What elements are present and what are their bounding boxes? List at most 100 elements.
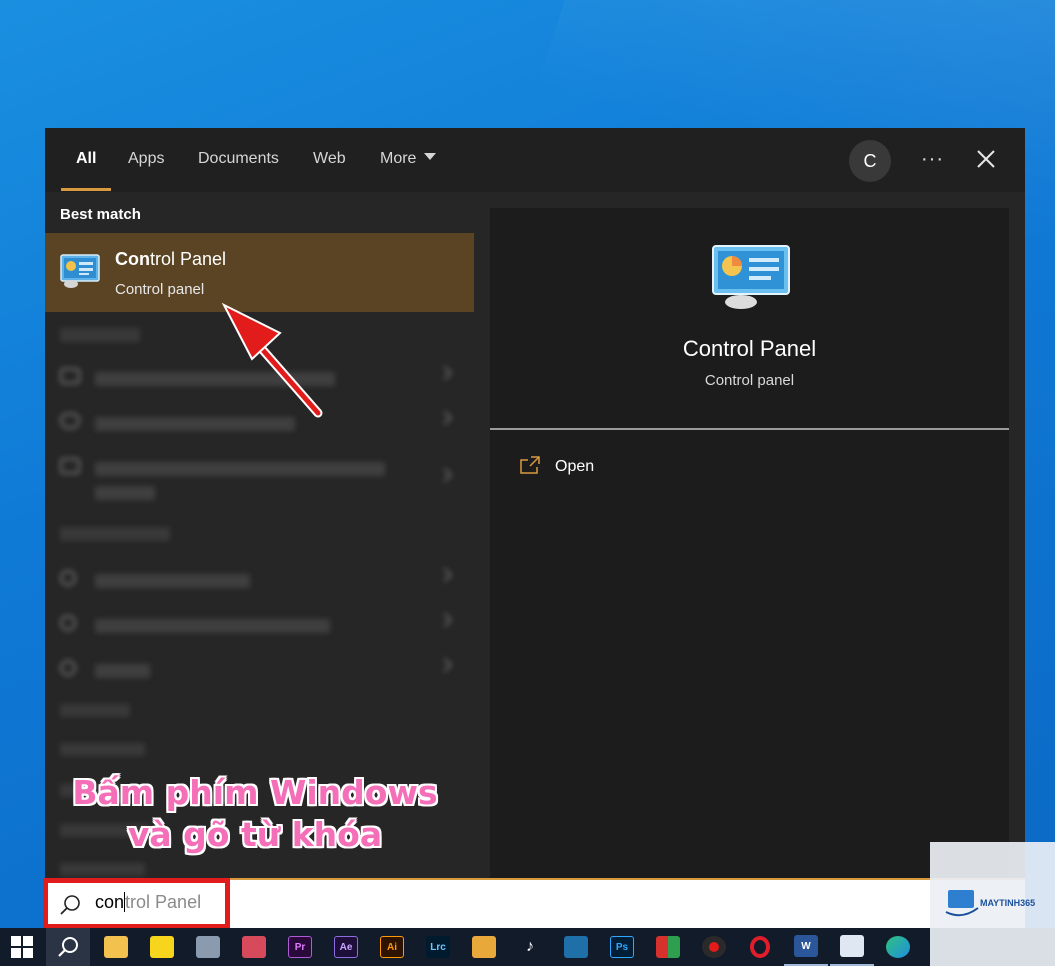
tiktok-icon: ♪ — [526, 938, 534, 955]
chevron-right-icon — [437, 365, 453, 381]
tab-more-label: More — [380, 150, 417, 167]
sticky-notes-icon — [150, 936, 174, 958]
taskbar: Pr Ae Ai Lrc ♪ Ps W — [0, 928, 1055, 966]
search-highlight-box — [43, 878, 230, 929]
taskbar-app-blue[interactable] — [554, 928, 598, 966]
taskbar-after-effects[interactable]: Ae — [324, 928, 368, 966]
red-arrow-annotation — [221, 302, 323, 418]
taskbar-edge[interactable] — [876, 928, 920, 966]
media-player-icon — [472, 936, 496, 958]
best-match-subtitle: Control panel — [115, 281, 205, 298]
blurred-section-heading — [60, 743, 145, 756]
calculator-icon — [196, 936, 220, 958]
chevron-down-icon — [424, 153, 437, 160]
tab-documents[interactable]: Documents — [198, 150, 279, 168]
chart-app-icon — [656, 936, 680, 958]
chevron-right-icon — [437, 567, 453, 583]
annotation-line-1: Bấm phím Windows — [72, 773, 438, 812]
taskbar-chart-app[interactable] — [646, 928, 690, 966]
tab-bar: All Apps Documents Web More C ··· — [45, 128, 1025, 192]
account-avatar[interactable]: C — [849, 140, 891, 182]
list-item[interactable] — [60, 567, 453, 594]
list-item[interactable] — [60, 612, 453, 639]
book-icon — [564, 936, 588, 958]
premiere-icon: Pr — [288, 936, 312, 958]
taskbar-snipping[interactable] — [232, 928, 276, 966]
taskbar-word[interactable]: W — [784, 928, 828, 966]
taskbar-illustrator[interactable]: Ai — [370, 928, 414, 966]
close-icon[interactable] — [973, 146, 999, 172]
lightroom-icon: Lrc — [426, 936, 450, 958]
chevron-right-icon — [437, 467, 453, 483]
tab-more[interactable]: More — [380, 150, 437, 168]
list-item[interactable] — [60, 456, 453, 506]
blurred-text — [95, 619, 330, 633]
shield-icon — [60, 413, 80, 429]
best-match-title-rest: trol Panel — [150, 249, 227, 269]
search-icon — [60, 570, 76, 586]
word-icon: W — [794, 935, 818, 957]
control-panel-icon — [60, 254, 100, 288]
watermark-logo: MAYTINH365 — [930, 842, 1055, 966]
blurred-text — [95, 574, 250, 588]
taskbar-opera[interactable] — [738, 928, 782, 966]
taskbar-tiktok[interactable]: ♪ — [508, 928, 552, 966]
photoshop-icon: Ps — [610, 936, 634, 958]
after-effects-icon: Ae — [334, 936, 358, 958]
taskbar-search-button[interactable] — [46, 928, 90, 966]
record-icon — [702, 936, 726, 958]
blurred-section-heading — [60, 704, 130, 717]
taskbar-file-explorer[interactable] — [94, 928, 138, 966]
search-icon — [60, 660, 76, 676]
blurred-section-heading — [60, 527, 170, 541]
taskbar-recorder[interactable] — [692, 928, 736, 966]
start-button[interactable] — [0, 928, 44, 966]
image-viewer-icon — [840, 935, 864, 957]
open-icon — [520, 456, 540, 474]
snipping-tool-icon — [242, 936, 266, 958]
chevron-right-icon — [437, 612, 453, 628]
preview-card: Control Panel Control panel Open — [490, 208, 1009, 878]
windows-logo-icon — [11, 936, 33, 958]
display-icon — [60, 368, 80, 384]
blurred-section-heading — [60, 328, 140, 342]
annotation-caption: Bấm phím Windows và gõ từ khóa — [60, 772, 450, 856]
preview-subtitle: Control panel — [704, 372, 795, 389]
taskbar-media-player[interactable] — [462, 928, 506, 966]
blurred-text — [95, 462, 385, 476]
preview-title: Control Panel — [682, 336, 817, 361]
open-action[interactable]: Open — [520, 454, 720, 480]
opera-icon — [750, 936, 770, 958]
taskbar-photoshop[interactable]: Ps — [600, 928, 644, 966]
blurred-text — [95, 664, 150, 678]
taskbar-image-viewer[interactable] — [830, 928, 874, 966]
brand-logo-icon — [945, 890, 979, 917]
search-icon — [58, 937, 78, 957]
chevron-right-icon — [437, 657, 453, 673]
folder-icon — [104, 936, 128, 958]
taskbar-sticky-notes[interactable] — [140, 928, 184, 966]
more-options-icon[interactable]: ··· — [921, 148, 944, 171]
annotation-line-2: và gõ từ khóa — [127, 815, 383, 854]
search-panel: All Apps Documents Web More C ··· Best m… — [45, 128, 1025, 878]
best-match-title: Control Panel — [115, 249, 226, 270]
brand-name: MAYTINH365 — [980, 898, 1036, 908]
best-match-heading: Best match — [60, 206, 141, 223]
tab-apps[interactable]: Apps — [128, 150, 164, 168]
open-label: Open — [555, 458, 595, 475]
illustrator-icon: Ai — [380, 936, 404, 958]
control-panel-icon — [712, 245, 790, 309]
tab-web[interactable]: Web — [313, 150, 346, 168]
tab-all[interactable]: All — [76, 150, 96, 168]
divider — [490, 428, 1009, 430]
taskbar-lightroom[interactable]: Lrc — [416, 928, 460, 966]
taskbar-calculator[interactable] — [186, 928, 230, 966]
taskbar-premiere[interactable]: Pr — [278, 928, 322, 966]
blurred-section-heading — [60, 863, 145, 876]
active-tab-indicator — [61, 188, 111, 191]
edge-icon — [886, 936, 910, 958]
list-item[interactable] — [60, 657, 453, 684]
display-icon — [60, 458, 80, 474]
preview-pane: Control Panel Control panel Open — [474, 192, 1025, 878]
chevron-right-icon — [437, 410, 453, 426]
